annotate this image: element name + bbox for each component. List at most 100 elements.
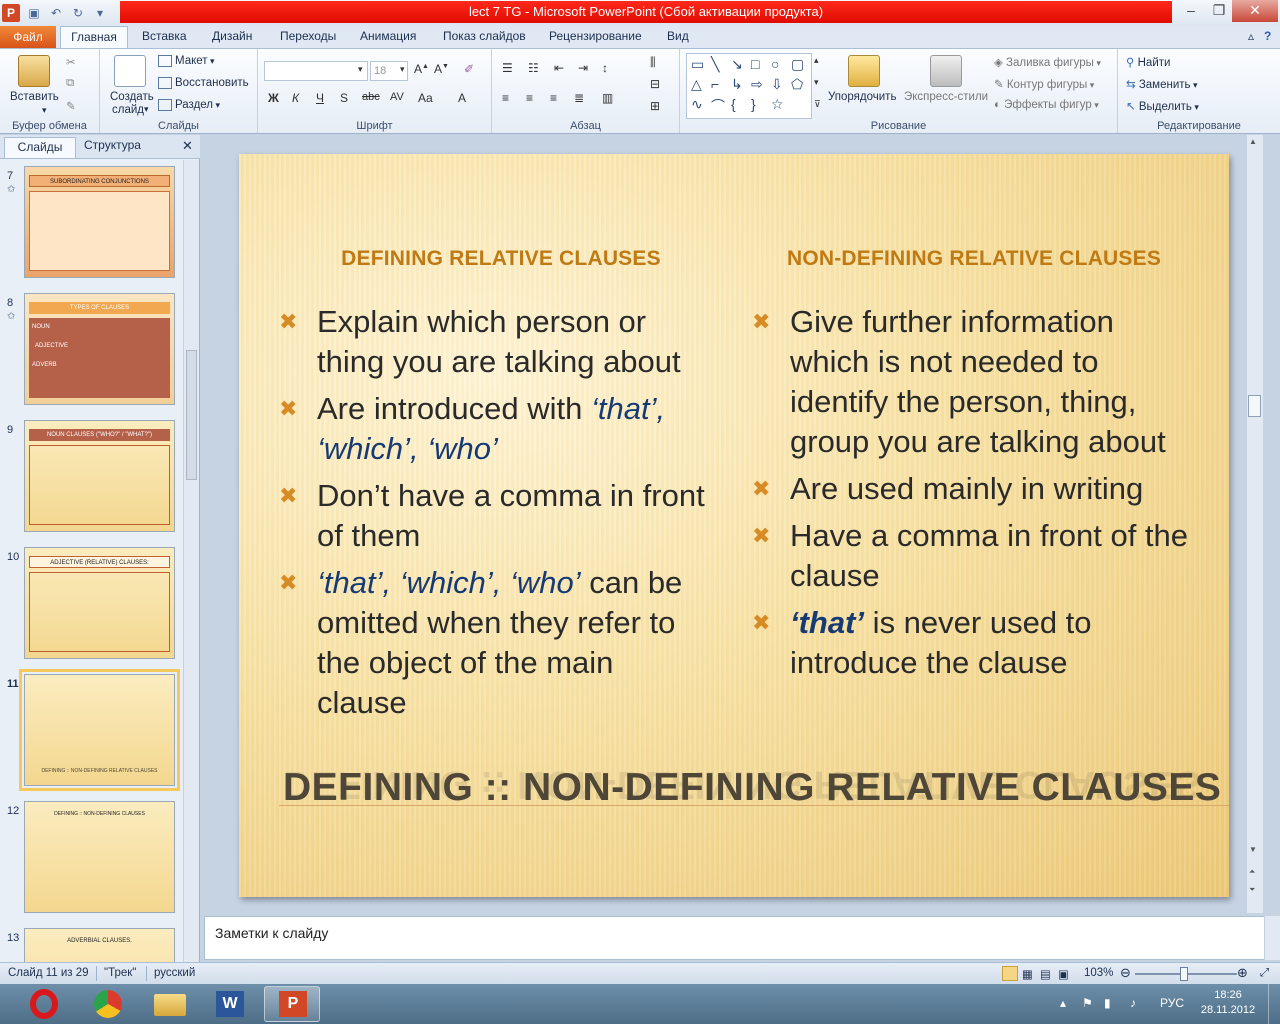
notes-scrollbar[interactable]: [1264, 916, 1280, 960]
arrange-icon[interactable]: [848, 55, 880, 87]
line-shape-icon[interactable]: ╲: [711, 56, 719, 73]
slide-thumbnail-13[interactable]: ADVERBIAL CLAUSES.: [24, 928, 175, 962]
slide-thumbnail-9[interactable]: NOUN CLAUSES ("WHO?" / "WHAT?"): [24, 420, 175, 532]
slide[interactable]: DEFINING RELATIVE CLAUSES NON-DEFINING R…: [239, 154, 1229, 897]
thumbnails-scrollbar[interactable]: [183, 160, 199, 962]
tab-slideshow[interactable]: Показ слайдов: [443, 29, 526, 43]
font-name-dropdown-icon[interactable]: ▾: [358, 64, 363, 75]
slide-thumbnail-12[interactable]: DEFINING :: NON-DEFINING CLAUSES: [24, 801, 175, 913]
quick-styles-button[interactable]: Экспресс-стили: [904, 91, 988, 103]
save-icon[interactable]: ▣: [26, 5, 42, 21]
justify-icon[interactable]: ≣: [574, 91, 584, 105]
reset-button[interactable]: Восстановить: [158, 77, 249, 89]
shape-outline-button[interactable]: ✎ Контур фигуры ▾: [994, 77, 1094, 91]
change-case-icon[interactable]: Aa: [418, 91, 433, 105]
right-column-heading[interactable]: NON-DEFINING RELATIVE CLAUSES: [769, 247, 1179, 271]
scroll-down-icon[interactable]: ▼: [1249, 845, 1257, 854]
arrow-line-shape-icon[interactable]: ↘: [731, 56, 743, 73]
slide-scroll-thumb[interactable]: [1248, 395, 1261, 417]
tab-insert[interactable]: Вставка: [142, 29, 187, 43]
taskbar-clock[interactable]: 18:26 28.11.2012: [1196, 988, 1260, 1018]
normal-view-icon[interactable]: [1002, 966, 1018, 981]
tab-view[interactable]: Вид: [667, 29, 689, 43]
elbow-arrow-shape-icon[interactable]: ↳: [731, 76, 743, 93]
clear-formatting-icon[interactable]: ✐: [464, 62, 474, 76]
new-slide-button-line2[interactable]: слайд: [112, 104, 144, 116]
paste-icon[interactable]: [18, 55, 50, 87]
shapes-gallery[interactable]: ▭ ╲ ↘ □ ○ ▢ △ ⌐ ↳ ⇨ ⇩ ⬠ ∿ ⌒ { } ☆: [686, 53, 812, 119]
text-direction-icon[interactable]: ⫼: [650, 55, 656, 70]
show-hidden-icons-icon[interactable]: ▴: [1060, 996, 1066, 1010]
close-pane-icon[interactable]: ✕: [182, 138, 193, 154]
paste-button[interactable]: Вставить: [10, 91, 59, 103]
italic-icon[interactable]: К: [292, 91, 299, 105]
taskbar-word[interactable]: W: [202, 986, 258, 1022]
slide-thumbnail-10[interactable]: ADJECTIVE (RELATIVE) CLAUSES:: [24, 547, 175, 659]
paste-dropdown-icon[interactable]: ▾: [42, 105, 47, 116]
oval-shape-icon[interactable]: ○: [771, 56, 779, 72]
strikethrough-icon[interactable]: abc: [362, 91, 380, 103]
line-spacing-icon[interactable]: ↕: [602, 61, 608, 75]
powerpoint-logo-icon[interactable]: P: [2, 4, 20, 22]
underline-icon[interactable]: Ч: [316, 91, 324, 105]
slide-thumbnail-11[interactable]: DEFINING :: NON-DEFINING RELATIVE CLAUSE…: [19, 669, 180, 791]
elbow-connector-shape-icon[interactable]: ⌐: [711, 76, 719, 92]
reading-view-icon[interactable]: ▤: [1040, 967, 1051, 981]
increase-indent-icon[interactable]: ⇥: [578, 61, 588, 75]
right-brace-shape-icon[interactable]: }: [751, 96, 756, 112]
arrange-button[interactable]: Упорядочить: [828, 91, 896, 103]
shapes-more-icon[interactable]: ⊽: [814, 99, 821, 110]
scroll-up-icon[interactable]: ▲: [1249, 137, 1257, 146]
section-button[interactable]: Раздел ▾: [158, 99, 220, 111]
numbering-icon[interactable]: ☷: [528, 61, 539, 75]
notes-pane[interactable]: Заметки к слайду: [204, 916, 1265, 960]
star-shape-icon[interactable]: ☆: [771, 96, 784, 113]
shape-effects-button[interactable]: ◐ Эффекты фигур ▾: [994, 99, 1099, 111]
tab-design[interactable]: Дизайн: [212, 29, 252, 43]
tab-review[interactable]: Рецензирование: [549, 29, 642, 43]
tab-animation[interactable]: Анимация: [360, 29, 416, 43]
slide-sorter-icon[interactable]: ▦: [1022, 967, 1033, 981]
tab-slides[interactable]: Слайды: [4, 137, 76, 158]
undo-icon[interactable]: ↶: [48, 5, 64, 21]
arc-shape-icon[interactable]: ⌒: [711, 96, 725, 116]
slide-thumbnail-7[interactable]: SUBORDINATING CONJUNCTIONS: [24, 166, 175, 278]
input-language[interactable]: РУС: [1160, 996, 1184, 1010]
align-text-icon[interactable]: ⊟: [650, 77, 660, 91]
copy-icon[interactable]: ⧉: [66, 77, 74, 90]
tab-transitions[interactable]: Переходы: [280, 29, 336, 43]
taskbar-powerpoint[interactable]: P: [264, 986, 320, 1022]
taskbar-chrome[interactable]: [80, 986, 136, 1022]
left-column-heading[interactable]: DEFINING RELATIVE CLAUSES: [307, 247, 695, 271]
find-button[interactable]: ⚲ Найти: [1126, 55, 1170, 69]
fit-to-window-icon[interactable]: ⤢: [1260, 967, 1269, 980]
quick-styles-icon[interactable]: [930, 55, 962, 87]
minimize-ribbon-icon[interactable]: ▵: [1248, 29, 1254, 43]
align-left-icon[interactable]: ≡: [502, 91, 509, 105]
slideshow-icon[interactable]: ▣: [1058, 967, 1069, 981]
slide-scrollbar[interactable]: ▲ ▼ ⏶ ⏷: [1246, 135, 1263, 913]
align-center-icon[interactable]: ≡: [526, 91, 533, 105]
show-desktop-button[interactable]: [1268, 984, 1280, 1024]
textbox-shape-icon[interactable]: ▭: [691, 56, 704, 73]
left-brace-shape-icon[interactable]: {: [731, 96, 736, 112]
tab-file[interactable]: Файл: [0, 26, 56, 48]
next-slide-icon[interactable]: ⏷: [1249, 885, 1255, 895]
help-icon[interactable]: ?: [1264, 29, 1271, 43]
zoom-in-icon[interactable]: ⊕: [1237, 965, 1248, 981]
language-indicator[interactable]: русский: [154, 967, 195, 979]
slide-thumbnail-8[interactable]: TYPES OF CLAUSES NOUN ADJECTIVE ADVERB: [24, 293, 175, 405]
rounded-rect-shape-icon[interactable]: ▢: [791, 56, 804, 73]
pentagon-shape-icon[interactable]: ⬠: [791, 76, 803, 93]
shapes-scroll-down-icon[interactable]: ▾: [814, 77, 819, 88]
taskbar-opera[interactable]: [16, 986, 72, 1022]
shape-fill-button[interactable]: ◈ Заливка фигуры ▾: [994, 55, 1101, 69]
format-painter-icon[interactable]: ✎: [66, 99, 76, 113]
taskbar-explorer[interactable]: [142, 986, 198, 1022]
zoom-level[interactable]: 103%: [1084, 967, 1113, 979]
flag-icon[interactable]: ⚑: [1082, 996, 1093, 1010]
right-bullet-list[interactable]: ✖ Give further information which is not n…: [752, 302, 1192, 690]
font-name-field[interactable]: [264, 61, 368, 81]
close-icon[interactable]: ✕: [1232, 0, 1278, 22]
convert-smartart-icon[interactable]: ⊞: [650, 99, 660, 113]
